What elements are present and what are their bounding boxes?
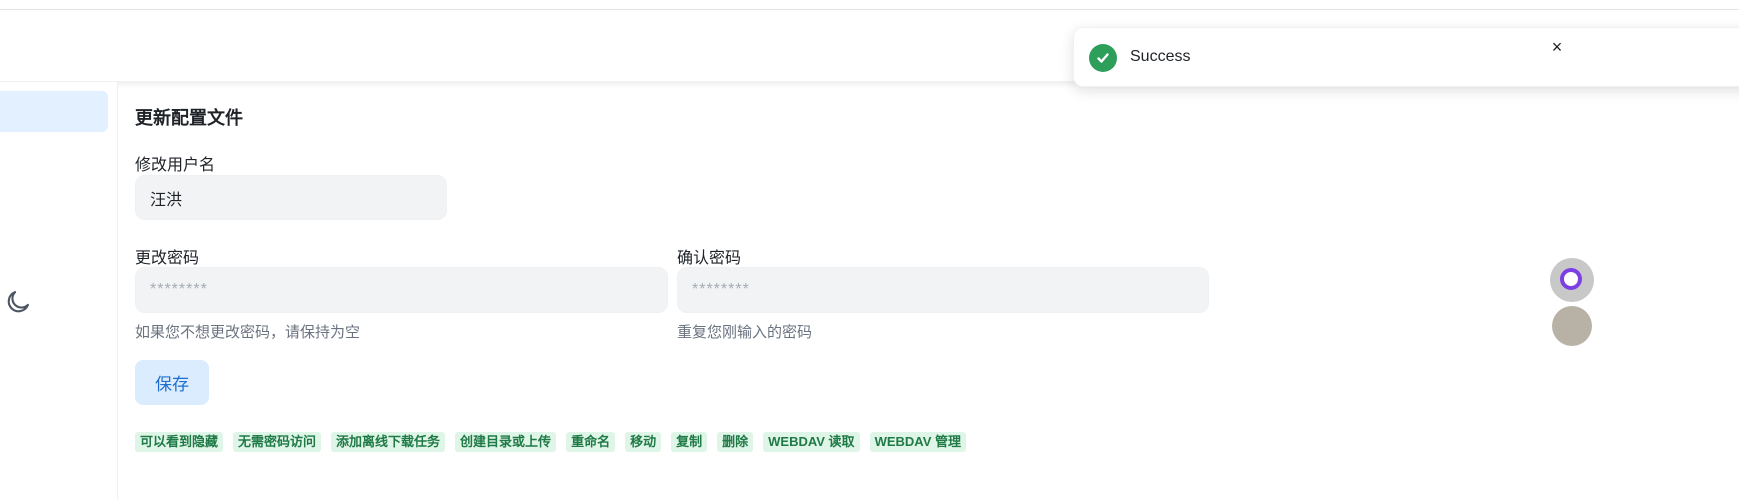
permission-tag: 可以看到隐藏: [135, 432, 224, 452]
ring-icon: [1560, 268, 1582, 290]
permission-tag: 复制: [671, 432, 708, 452]
confirm-password-input[interactable]: [677, 267, 1209, 313]
floating-language-button[interactable]: [1552, 306, 1592, 346]
permission-tag: 添加离线下载任务: [331, 432, 446, 452]
moon-icon: [7, 291, 29, 313]
close-icon: ×: [1551, 36, 1563, 57]
permission-tag: WEBDAV 读取: [763, 432, 860, 452]
save-button[interactable]: 保存: [135, 360, 209, 405]
toast-message: Success: [1130, 48, 1191, 65]
confirm-password-label: 确认密码: [677, 250, 742, 267]
success-toast: Success: [1073, 27, 1739, 87]
permission-tag: 移动: [625, 432, 662, 452]
profile-form: 更新配置文件 修改用户名 更改密码 如果您不想更改密码，请保持为空 确认密码 重…: [135, 82, 1535, 499]
password-input[interactable]: [135, 267, 668, 313]
permission-tags: 可以看到隐藏 无需密码访问 添加离线下载任务 创建目录或上传 重命名 移动 复制…: [135, 432, 966, 452]
check-circle-icon: [1089, 44, 1117, 72]
password-hint: 如果您不想更改密码，请保持为空: [135, 324, 361, 341]
top-bar: [0, 0, 1739, 10]
theme-toggle-button[interactable]: [3, 287, 33, 317]
permission-tag: 重命名: [566, 432, 616, 452]
sidebar-item-active[interactable]: [0, 91, 108, 132]
permission-tag: WEBDAV 管理: [869, 432, 966, 452]
toast-close-button[interactable]: ×: [1548, 36, 1566, 58]
permission-tag: 无需密码访问: [233, 432, 322, 452]
username-input[interactable]: [135, 175, 447, 220]
permission-tag: 创建目录或上传: [455, 432, 557, 452]
password-label: 更改密码: [135, 250, 200, 267]
permission-tag: 删除: [717, 432, 754, 452]
username-label: 修改用户名: [135, 157, 216, 174]
floating-action-button[interactable]: [1550, 258, 1594, 302]
sidebar: [0, 82, 118, 499]
page-title: 更新配置文件: [135, 108, 243, 128]
confirm-password-hint: 重复您刚输入的密码: [677, 324, 813, 341]
